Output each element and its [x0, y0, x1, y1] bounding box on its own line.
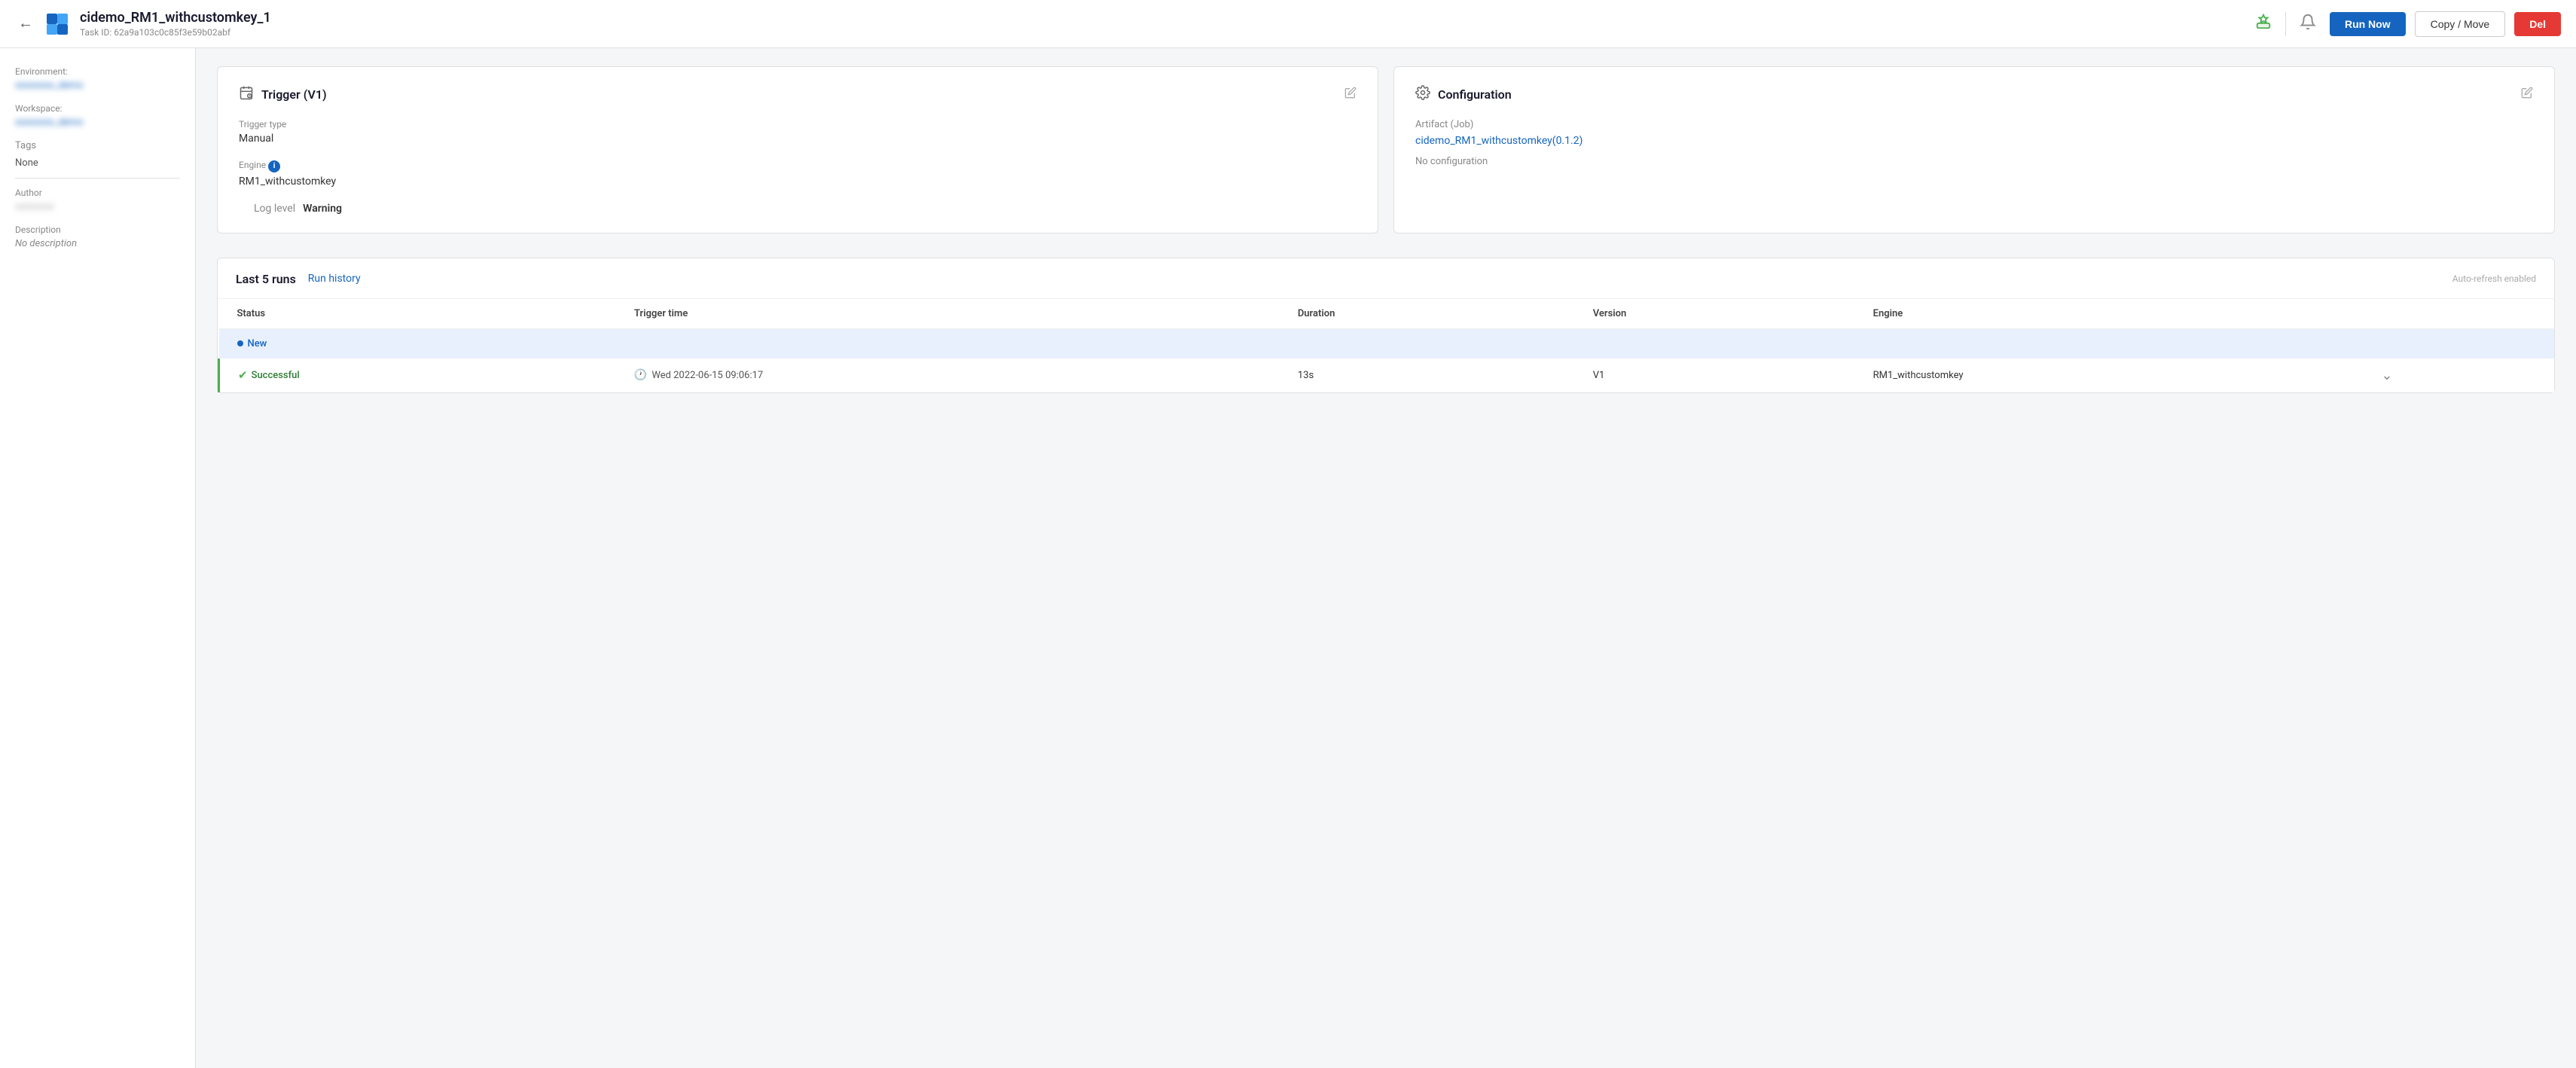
author-value: xxxxxxxx	[15, 201, 180, 212]
config-icon	[1415, 85, 1430, 104]
col-status: Status	[219, 299, 616, 329]
header: ← cidemo_RM1_withcustomkey_1 Task ID: 62…	[0, 0, 2576, 48]
config-card-header: Configuration	[1415, 85, 2533, 104]
trigger-time-cell	[616, 328, 1280, 359]
status-cell: New	[219, 328, 616, 359]
col-actions	[2363, 299, 2554, 329]
new-status-dot	[237, 340, 243, 346]
trigger-time-value: Wed 2022-06-15 09:06:17	[652, 370, 763, 381]
runs-table: Status Trigger time Duration Version Eng…	[218, 299, 2554, 392]
engine-value-cell: RM1_withcustomkey	[1855, 359, 2364, 392]
artifact-link[interactable]: cidemo_RM1_withcustomkey(0.1.2)	[1415, 135, 1583, 147]
duration-cell	[1280, 328, 1575, 359]
trigger-type-value: Manual	[239, 133, 1357, 145]
workspace-value: xxxxxxxx_demo	[15, 117, 180, 128]
engine-cell	[1855, 328, 2364, 359]
description-value: No description	[15, 238, 180, 249]
run-history-link[interactable]: Run history	[308, 273, 361, 285]
version-value: V1	[1575, 359, 1855, 392]
app-logo	[45, 12, 69, 36]
col-trigger-time: Trigger time	[616, 299, 1280, 329]
trigger-time-with-icon: 🕐 Wed 2022-06-15 09:06:17	[634, 369, 1262, 381]
trigger-edit-button[interactable]	[1344, 87, 1357, 102]
no-config-text: No configuration	[1415, 156, 2533, 167]
cards-row: Trigger (V1) Trigger type Manual	[217, 66, 2555, 233]
expand-cell: ⌄	[2363, 359, 2554, 392]
expand-row-button[interactable]: ⌄	[2381, 368, 2392, 383]
main-layout: Environment: xxxxxxxx_demo Workspace: xx…	[0, 48, 2576, 1068]
sidebar: Environment: xxxxxxxx_demo Workspace: xx…	[0, 48, 196, 1068]
page-title: cidemo_RM1_withcustomkey_1	[80, 10, 2251, 26]
engine-label: Engine i	[239, 160, 1357, 172]
success-check-icon: ✔	[238, 368, 248, 382]
trigger-time-cell: 🕐 Wed 2022-06-15 09:06:17	[616, 359, 1280, 392]
trigger-type-label: Trigger type	[239, 119, 1357, 130]
col-version: Version	[1575, 299, 1855, 329]
main-content: Trigger (V1) Trigger type Manual	[196, 48, 2576, 1068]
table-row: New	[219, 328, 2555, 359]
trigger-icon	[239, 85, 254, 104]
actions-cell	[2363, 328, 2554, 359]
clock-icon: 🕐	[634, 369, 647, 381]
delete-button[interactable]: Del	[2514, 12, 2561, 36]
run-now-button[interactable]: Run Now	[2330, 12, 2406, 36]
status-cell: ✔ Successful	[219, 359, 616, 392]
version-cell	[1575, 328, 1855, 359]
log-level-row: Log level Warning	[239, 203, 1357, 215]
sidebar-divider	[15, 178, 180, 179]
author-label: Author	[15, 188, 180, 198]
runs-table-body: New ✔ Successf	[219, 328, 2555, 392]
runs-table-header: Status Trigger time Duration Version Eng…	[219, 299, 2555, 329]
extension-icon-button[interactable]	[2251, 9, 2276, 38]
task-id: Task ID: 62a9a103c0c85f3e59b02abf	[80, 27, 2251, 38]
workspace-label: Workspace:	[15, 103, 180, 114]
trigger-title-row: Trigger (V1)	[239, 85, 327, 104]
artifact-label: Artifact (Job)	[1415, 119, 2533, 130]
header-actions: Run Now Copy / Move Del	[2251, 9, 2561, 38]
tags-value: None	[15, 157, 180, 169]
engine-group: Engine i RM1_withcustomkey	[239, 160, 1357, 188]
trigger-type-group: Trigger type Manual	[239, 119, 1357, 145]
tags-title: Tags	[15, 140, 180, 151]
config-title-row: Configuration	[1415, 85, 1512, 104]
col-duration: Duration	[1280, 299, 1575, 329]
status-new: New	[237, 338, 598, 349]
trigger-card: Trigger (V1) Trigger type Manual	[217, 66, 1378, 233]
copy-move-button[interactable]: Copy / Move	[2415, 11, 2506, 37]
log-level-value: Warning	[303, 203, 342, 215]
engine-value: RM1_withcustomkey	[239, 175, 1357, 188]
config-card: Configuration Artifact (Job) cidemo_RM1_…	[1393, 66, 2555, 233]
description-label: Description	[15, 224, 180, 235]
engine-info-icon[interactable]: i	[268, 160, 280, 172]
environment-label: Environment:	[15, 66, 180, 77]
runs-header: Last 5 runs Run history Auto-refresh ena…	[218, 258, 2554, 299]
runs-title: Last 5 runs	[236, 272, 296, 286]
duration-value: 13s	[1280, 359, 1575, 392]
trigger-card-header: Trigger (V1)	[239, 85, 1357, 104]
config-edit-button[interactable]	[2521, 87, 2533, 102]
runs-title-row: Last 5 runs Run history	[236, 272, 361, 286]
header-divider	[2285, 12, 2286, 36]
status-successful-label: Successful	[252, 370, 300, 381]
back-button[interactable]: ←	[15, 12, 36, 35]
config-card-title: Configuration	[1438, 87, 1512, 102]
log-level-label: Log level	[239, 203, 295, 215]
runs-section: Last 5 runs Run history Auto-refresh ena…	[217, 258, 2555, 393]
trigger-card-title: Trigger (V1)	[261, 87, 327, 102]
table-row: ✔ Successful 🕐 Wed 2022-06-15 09:06:17 1…	[219, 359, 2555, 392]
status-successful: ✔ Successful	[238, 368, 598, 382]
notification-bell-button[interactable]	[2295, 9, 2321, 38]
auto-refresh-text: Auto-refresh enabled	[2452, 273, 2536, 284]
environment-value: xxxxxxxx_demo	[15, 80, 180, 91]
status-new-label: New	[248, 338, 267, 349]
col-engine: Engine	[1855, 299, 2364, 329]
header-title-block: cidemo_RM1_withcustomkey_1 Task ID: 62a9…	[80, 10, 2251, 38]
